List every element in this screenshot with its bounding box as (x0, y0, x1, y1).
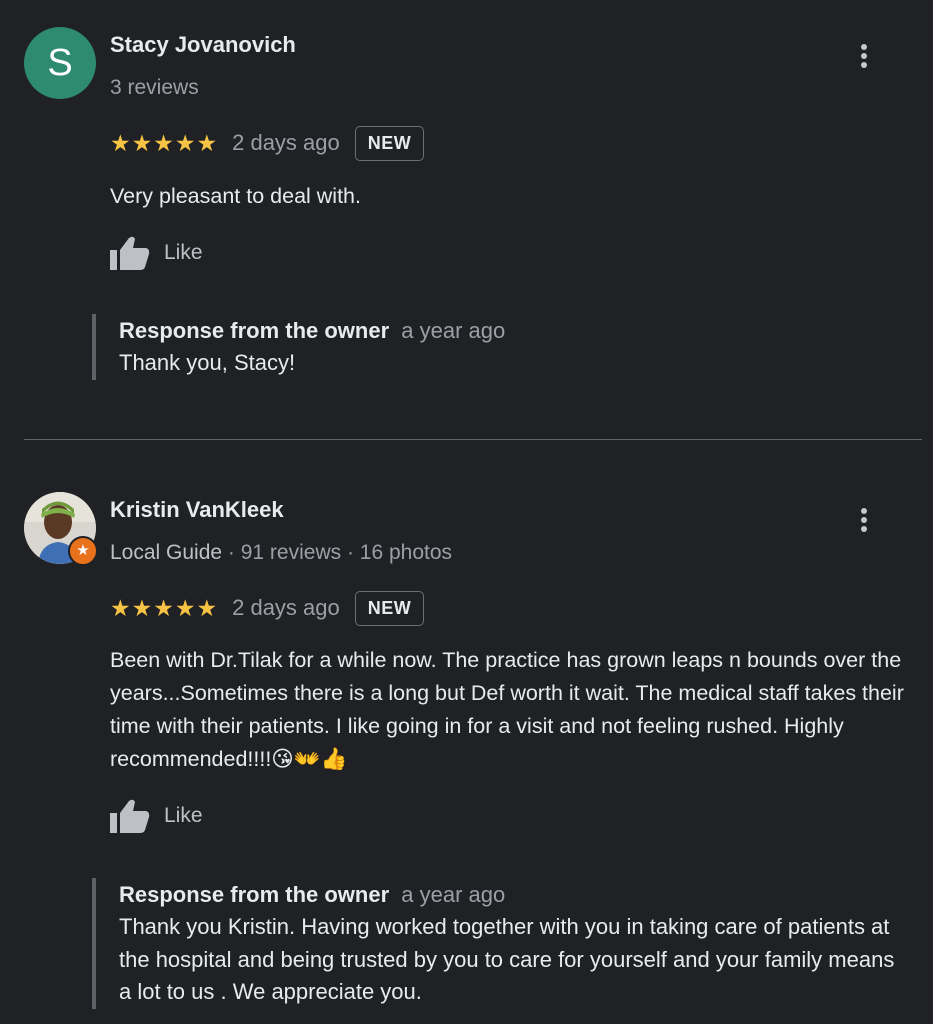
reviewer-stats: · 91 reviews · 16 photos (222, 541, 453, 564)
like-button[interactable]: Like (108, 797, 203, 835)
like-label: Like (164, 241, 203, 264)
more-options-button[interactable] (850, 40, 878, 74)
owner-response-header: Response from the owner a year ago (119, 878, 909, 911)
review-time: 2 days ago (232, 130, 340, 155)
owner-response-label: Response from the owner (119, 318, 390, 343)
owner-response-header: Response from the owner a year ago (119, 314, 909, 347)
star-rating: ★★★★★ (110, 595, 219, 621)
reviewer-name[interactable]: Kristin VanKleek (110, 497, 284, 523)
reviewer-meta: Local Guide · 91 reviews · 16 photos (110, 541, 452, 565)
more-vert-icon (861, 508, 867, 514)
more-options-button[interactable] (850, 504, 878, 538)
reviewer-name[interactable]: Stacy Jovanovich (110, 32, 296, 58)
review-time: 2 days ago (232, 595, 340, 620)
local-guide-star-icon: ★ (68, 536, 98, 566)
like-button[interactable]: Like (108, 234, 203, 272)
like-label: Like (164, 804, 203, 827)
thumbs-up-icon (110, 799, 150, 833)
review-text: Been with Dr.Tilak for a while now. The … (110, 648, 904, 771)
rating-row: ★★★★★ 2 days ago NEW (110, 590, 425, 626)
more-vert-icon (861, 53, 867, 59)
owner-response: Response from the owner a year ago Thank… (92, 878, 909, 1009)
owner-response-time: a year ago (401, 318, 506, 343)
more-vert-icon (861, 526, 867, 532)
owner-response: Response from the owner a year ago Thank… (92, 314, 909, 380)
more-vert-icon (861, 62, 867, 68)
new-badge: NEW (354, 125, 425, 161)
owner-response-text: Thank you, Stacy! (119, 350, 296, 375)
rating-row: ★★★★★ 2 days ago NEW (110, 125, 425, 161)
owner-response-time: a year ago (401, 882, 506, 907)
owner-response-text: Thank you Kristin. Having worked togethe… (119, 914, 895, 1004)
new-badge: NEW (354, 590, 425, 626)
thumbs-up-icon (110, 236, 150, 270)
review-divider (24, 439, 922, 440)
local-guide-label: Local Guide (110, 541, 223, 564)
reviewer-meta: 3 reviews (110, 76, 199, 99)
avatar[interactable]: ★ (24, 492, 98, 566)
star-rating: ★★★★★ (110, 130, 219, 156)
more-vert-icon (861, 517, 867, 523)
review-text: Very pleasant to deal with. (110, 184, 361, 208)
avatar[interactable]: S (24, 27, 96, 99)
more-vert-icon (861, 44, 867, 50)
owner-response-label: Response from the owner (119, 882, 390, 907)
